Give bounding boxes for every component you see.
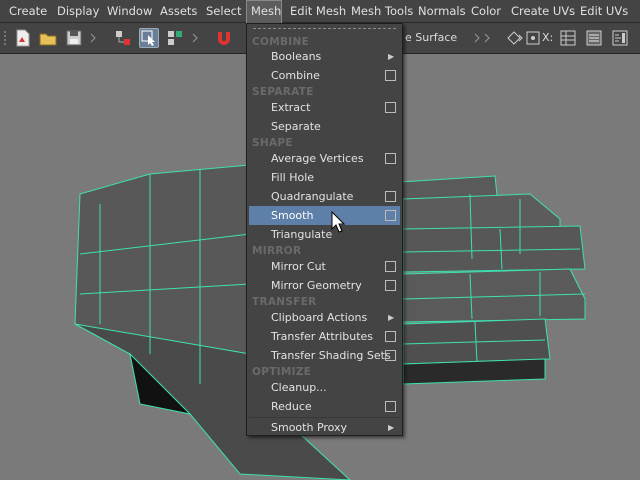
chevron-right-icon: ▶ (388, 313, 395, 322)
option-box-icon[interactable] (385, 401, 396, 412)
magnet-snap-icon[interactable] (214, 28, 234, 48)
menu-item-separate[interactable]: Separate (249, 117, 400, 136)
menu-item-quadrangulate[interactable]: Quadrangulate (249, 187, 400, 206)
menu-edit-mesh[interactable]: Edit Mesh (290, 0, 346, 23)
menu-select[interactable]: Select (206, 0, 241, 23)
menu-assets[interactable]: Assets (160, 0, 197, 23)
chevron-right-icon: ▶ (388, 423, 395, 432)
select-object-icon[interactable] (139, 28, 159, 48)
menu-item-label: Smooth Proxy (271, 421, 348, 434)
snap-grid-icon[interactable] (505, 28, 525, 48)
menu-item-label: Combine (271, 69, 320, 82)
select-component-icon[interactable] (165, 28, 185, 48)
menu-item-label: Smooth (271, 209, 314, 222)
menu-create[interactable]: Create (9, 0, 47, 23)
mouse-cursor-icon (331, 210, 347, 235)
chevron-right-icon: ▶ (388, 52, 395, 61)
menu-mesh[interactable]: Mesh (246, 0, 282, 23)
surface-field[interactable]: e Surface (405, 28, 457, 48)
menu-item-transfer-attributes[interactable]: Transfer Attributes (249, 327, 400, 346)
open-scene-icon[interactable] (38, 28, 58, 48)
menu-item-label: Transfer Attributes (271, 330, 374, 343)
channel-box-icon[interactable] (558, 28, 578, 48)
menu-item-label: Transfer Shading Sets (271, 349, 391, 362)
section-separate: SEPARATE (252, 86, 314, 98)
new-scene-icon[interactable] (13, 28, 33, 48)
menu-item-label: Average Vertices (271, 152, 364, 165)
option-box-icon[interactable] (385, 331, 396, 342)
menu-item-average-vertices[interactable]: Average Vertices (249, 149, 400, 168)
section-optimize: OPTIMIZE (252, 366, 312, 378)
menu-item-label: Cleanup... (271, 381, 327, 394)
menu-item-smooth[interactable]: Smooth (249, 206, 400, 225)
select-hierarchy-icon[interactable] (113, 28, 133, 48)
option-box-icon[interactable] (385, 261, 396, 272)
menu-mesh-tools[interactable]: Mesh Tools (351, 0, 413, 23)
menu-item-label: Quadrangulate (271, 190, 354, 203)
option-box-icon[interactable] (385, 102, 396, 113)
collapse-arrow-icon-4[interactable] (484, 28, 490, 48)
option-box-icon[interactable] (385, 191, 396, 202)
menu-normals[interactable]: Normals (418, 0, 466, 23)
menu-item-label: Clipboard Actions (271, 311, 368, 324)
menu-create-uvs[interactable]: Create UVs (511, 0, 575, 23)
tool-settings-icon[interactable] (610, 28, 630, 48)
menu-item-smooth-proxy[interactable]: Smooth Proxy ▶ (249, 417, 400, 437)
menu-item-fill-hole[interactable]: Fill Hole (249, 168, 400, 187)
menu-bar: Create Display Window Assets Select Mesh… (0, 0, 640, 23)
toolbar-separator[interactable] (2, 28, 8, 48)
menu-item-label: Extract (271, 101, 311, 114)
menu-edit-uvs[interactable]: Edit UVs (580, 0, 628, 23)
menu-item-mirror-cut[interactable]: Mirror Cut (249, 257, 400, 276)
option-box-icon[interactable] (385, 280, 396, 291)
option-box-icon[interactable] (385, 153, 396, 164)
menu-item-clipboard-actions[interactable]: Clipboard Actions ▶ (249, 308, 400, 327)
menu-item-label: Mirror Geometry (271, 279, 362, 292)
menu-item-label: Separate (271, 120, 321, 133)
x-coordinate-label: X: (542, 31, 554, 44)
menu-item-label: Booleans (271, 50, 322, 63)
menu-item-booleans[interactable]: Booleans ▶ (249, 47, 400, 66)
transform-icon[interactable] (523, 28, 543, 48)
option-box-icon[interactable] (385, 210, 396, 221)
menu-item-mirror-geometry[interactable]: Mirror Geometry (249, 276, 400, 295)
menu-item-reduce[interactable]: Reduce (249, 397, 400, 416)
mesh-menu-dropdown: COMBINE Booleans ▶ Combine SEPARATE Extr… (246, 23, 403, 436)
tear-off-handle[interactable] (253, 28, 396, 29)
menu-item-label: Triangulate (271, 228, 333, 241)
menu-item-label: Fill Hole (271, 171, 315, 184)
menu-item-transfer-shading-sets[interactable]: Transfer Shading Sets (249, 346, 400, 365)
menu-item-label: Reduce (271, 400, 312, 413)
menu-item-extract[interactable]: Extract (249, 98, 400, 117)
collapse-arrow-icon-2[interactable] (192, 28, 198, 48)
collapse-arrow-icon-3[interactable] (474, 28, 480, 48)
section-mirror: MIRROR (252, 245, 302, 257)
menu-item-label: Mirror Cut (271, 260, 326, 273)
attribute-editor-icon[interactable] (584, 28, 604, 48)
collapse-arrow-icon[interactable] (90, 28, 96, 48)
menu-display[interactable]: Display (57, 0, 99, 23)
menu-color[interactable]: Color (471, 0, 501, 23)
menu-item-combine[interactable]: Combine (249, 66, 400, 85)
section-shape: SHAPE (252, 137, 293, 149)
menu-item-triangulate[interactable]: Triangulate (249, 225, 400, 244)
save-scene-icon[interactable] (64, 28, 84, 48)
option-box-icon[interactable] (385, 350, 396, 361)
section-transfer: TRANSFER (252, 296, 317, 308)
menu-window[interactable]: Window (107, 0, 152, 23)
option-box-icon[interactable] (385, 70, 396, 81)
menu-item-cleanup[interactable]: Cleanup... (249, 378, 400, 397)
